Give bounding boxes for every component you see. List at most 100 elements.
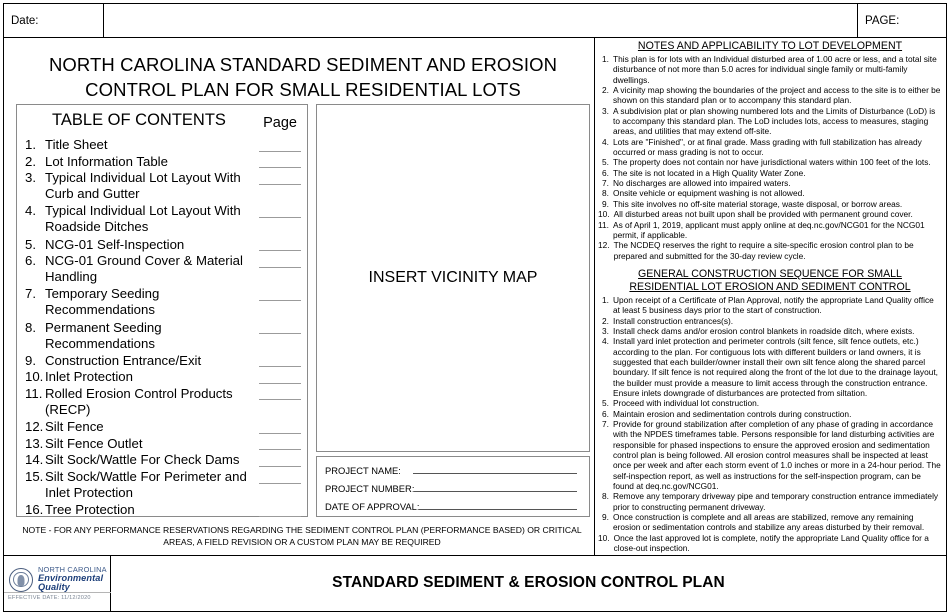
page-title-line-1: NORTH CAROLINA STANDARD SEDIMENT AND ERO… [48, 54, 558, 75]
toc-item-number: 2. [25, 153, 36, 169]
column-divider [594, 38, 595, 555]
notes-heading-text: NOTES AND APPLICABILITY TO LOT DEVELOPME… [637, 40, 903, 52]
note-text: A vicinity map showing the boundaries of… [613, 85, 941, 106]
project-info-input[interactable] [414, 481, 577, 492]
note-item: 3. A subdivision plat or plan showing num… [598, 106, 942, 137]
toc-page-number-blank[interactable] [259, 383, 301, 384]
toc-page-number-blank[interactable] [259, 483, 301, 484]
toc-item-number: 11. [25, 386, 43, 401]
note-text: As of April 1, 2019, applicant must appl… [613, 219, 925, 240]
toc-page-column-label: Page [263, 115, 297, 131]
note-number: 2. [602, 85, 609, 96]
project-info-label: PROJECT NAME: [325, 465, 401, 476]
agency-name-line-2: Environmental Quality [38, 572, 104, 593]
note-item: 12. The NCDEQ reserves the right to requi… [598, 240, 942, 261]
note-number: 7. [602, 419, 609, 429]
note-item: 5. The property does not contain nor have… [598, 157, 942, 167]
toc-item-label: Silt Sock/Wattle For Check Dams [45, 452, 240, 468]
toc-item[interactable]: 4. Typical Individual Lot Layout With Roa… [17, 203, 307, 235]
toc-item[interactable]: 11. Rolled Erosion Control Products (RECP… [17, 386, 307, 418]
note-number: 10. [598, 209, 610, 220]
note-text: Onsite vehicle or equipment washing is n… [613, 188, 805, 199]
toc-item-label: NCG-01 Self-Inspection [45, 236, 185, 252]
header-strip [4, 4, 946, 38]
sequence-heading-line-2: RESIDENTIAL LOT EROSION AND SEDIMENT CON… [629, 280, 911, 293]
toc-page-number-blank[interactable] [259, 399, 301, 400]
effective-date-divider [4, 592, 111, 593]
toc-item-number: 13. [25, 435, 44, 451]
note-number: 4. [602, 336, 609, 347]
toc-item-label: Temporary Seeding Recommendations [45, 286, 160, 318]
project-info-block: PROJECT NAME: PROJECT NUMBER: DATE OF APPR… [316, 456, 590, 517]
toc-page-number-blank[interactable] [259, 183, 301, 185]
note-number: 6. [602, 167, 609, 178]
toc-item-label: Title Sheet [45, 137, 108, 152]
sequence-heading: GENERAL CONSTRUCTION SEQUENCE FOR SMALL … [598, 268, 942, 294]
toc-page-number-blank[interactable] [259, 250, 301, 251]
toc-item-label: Typical Individual Lot Layout With Curb … [45, 170, 241, 202]
note-item: 7. Provide for ground stabilization after… [598, 419, 942, 491]
performance-note: NOTE - FOR ANY PERFORMANCE RESERVATIONS … [22, 525, 582, 548]
toc-item-label: Silt Sock/Wattle For Perimeter and Inlet… [45, 469, 247, 501]
note-text: Once the last approved lot is complete, … [613, 532, 929, 554]
note-item: 2. Install construction entrances(s). [598, 316, 942, 326]
toc-list: 1. Title Sheet 2. Lot Information Table 3. T… [17, 137, 307, 517]
agency-logo-cell: NORTH CAROLINA Environmental Quality EFF… [4, 555, 111, 611]
effective-date: EFFECTIVE DATE: 11/12/2020 [8, 595, 91, 601]
note-item: 3. Install check dams and/or erosion cont… [598, 326, 942, 336]
toc-page-number-blank[interactable] [259, 433, 301, 434]
toc-page-number-blank[interactable] [259, 167, 301, 169]
date-field[interactable]: Date: [4, 4, 104, 38]
page-title: NORTH CAROLINA STANDARD SEDIMENT AND ERO… [14, 52, 592, 102]
note-text: The NCDEQ reserves the right to require … [613, 240, 914, 261]
toc-item[interactable]: 8. Permanent Seeding Recommendations [17, 320, 307, 352]
toc-item-number: 14. [25, 452, 44, 468]
toc-item[interactable]: 3. Typical Individual Lot Layout With Cur… [17, 170, 307, 202]
toc-page-number-blank[interactable] [259, 366, 301, 367]
toc-page-number-blank[interactable] [259, 150, 301, 152]
note-number: 11. [598, 219, 609, 230]
toc-page-number-blank[interactable] [259, 466, 301, 467]
toc-page-number-blank[interactable] [259, 217, 301, 218]
toc-item-label: Typical Individual Lot Layout With Roads… [45, 203, 241, 235]
note-text: Once construction is complete and all ar… [613, 512, 925, 533]
toc-item-number: 6. [25, 253, 36, 269]
toc-page-number-blank[interactable] [259, 267, 301, 268]
page-field[interactable]: PAGE: [857, 4, 946, 38]
toc-item-label: Rolled Erosion Control Products (RECP) [45, 386, 233, 418]
note-text: Proceed with individual lot construction… [613, 398, 760, 409]
sequence-heading-line-1: GENERAL CONSTRUCTION SEQUENCE FOR SMALL [638, 267, 902, 280]
note-text: This site involves no off-site material … [613, 198, 903, 209]
note-text: A subdivision plat or plan showing numbe… [613, 105, 936, 137]
toc-page-number-blank[interactable] [259, 333, 301, 334]
toc-item[interactable]: 15. Silt Sock/Wattle For Perimeter and In… [17, 469, 307, 501]
page-title-line-2: CONTROL PLAN FOR SMALL RESIDENTIAL LOTS [85, 79, 521, 100]
toc-item-number: 7. [25, 286, 36, 302]
note-text: Remove any temporary driveway pipe and t… [613, 491, 939, 512]
project-info-input[interactable] [419, 499, 577, 510]
toc-item-number: 12. [25, 419, 44, 435]
toc-header: TABLE OF CONTENTS Page [17, 105, 307, 137]
note-item: 1. This plan is for lots with an Individu… [598, 54, 942, 85]
toc-page-number-blank[interactable] [259, 516, 301, 517]
note-item: 4. Lots are "Finished", or at final grade… [598, 137, 942, 158]
note-number: 6. [602, 408, 609, 419]
note-number: 7. [602, 178, 609, 189]
note-text: Install construction entrances(s). [613, 315, 734, 326]
toc-item-label: Silt Fence [45, 419, 104, 435]
toc-page-number-blank[interactable] [259, 449, 301, 450]
note-number: 3. [602, 325, 609, 336]
toc-page-number-blank[interactable] [259, 300, 301, 301]
note-text: This plan is for lots with an Individual… [613, 54, 937, 85]
project-info-label: PROJECT NUMBER: [325, 483, 415, 494]
notes-heading: NOTES AND APPLICABILITY TO LOT DEVELOPME… [598, 40, 942, 53]
toc-item[interactable]: 7. Temporary Seeding Recommendations [17, 286, 307, 318]
project-info-input[interactable] [413, 463, 577, 474]
note-text: The site is not located in a High Qualit… [613, 167, 806, 178]
note-number: 4. [602, 136, 609, 147]
toc-item[interactable]: 6. NCG-01 Ground Cover & Material Handlin… [17, 253, 307, 285]
note-number: 8. [602, 491, 609, 502]
note-item: 10. Once the last approved lot is complet… [598, 533, 942, 554]
vicinity-map-placeholder[interactable]: INSERT VICINITY MAP [316, 104, 590, 452]
note-number: 5. [602, 398, 609, 409]
